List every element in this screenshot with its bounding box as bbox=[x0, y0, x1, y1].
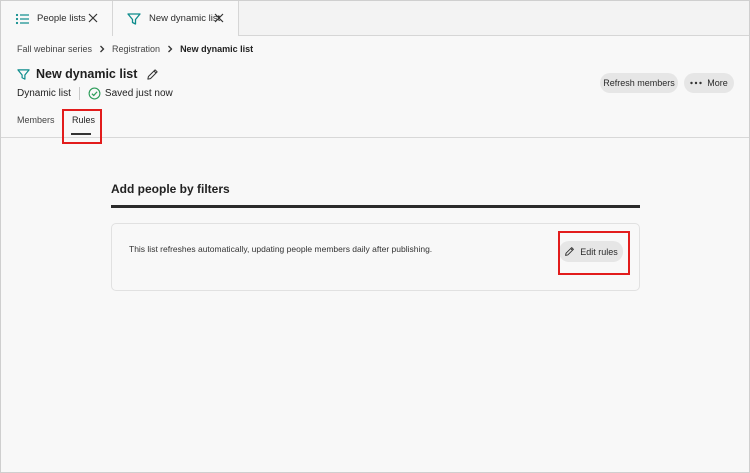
tab-label: People lists bbox=[37, 13, 86, 24]
highlight-box-edit-rules bbox=[558, 231, 630, 275]
more-button[interactable]: More bbox=[684, 73, 734, 93]
list-type: Dynamic list bbox=[17, 88, 71, 99]
rules-description: This list refreshes automatically, updat… bbox=[129, 244, 433, 254]
breadcrumb-current: New dynamic list bbox=[180, 44, 254, 54]
refresh-members-button[interactable]: Refresh members bbox=[600, 73, 678, 93]
save-status: Saved just now bbox=[104, 88, 173, 99]
section-title: Add people by filters bbox=[111, 182, 230, 196]
list-icon bbox=[15, 13, 29, 24]
breadcrumb-item[interactable]: Fall webinar series bbox=[17, 44, 92, 54]
section-divider bbox=[111, 205, 640, 208]
close-icon[interactable] bbox=[214, 13, 224, 23]
breadcrumb-item[interactable]: Registration bbox=[112, 44, 160, 54]
tabs-divider bbox=[1, 137, 749, 138]
chevron-right-icon bbox=[168, 45, 173, 53]
app-window: People lists New dynamic list Fall webin… bbox=[0, 0, 750, 473]
pencil-icon[interactable] bbox=[146, 68, 159, 81]
divider bbox=[78, 87, 80, 100]
close-icon[interactable] bbox=[88, 13, 98, 23]
filter-icon bbox=[127, 12, 141, 25]
highlight-box-rules bbox=[62, 109, 102, 144]
tab-new-dynamic-list[interactable]: New dynamic list bbox=[113, 1, 239, 36]
check-circle-icon bbox=[88, 87, 101, 100]
title-row: New dynamic list bbox=[17, 67, 159, 81]
list-meta: Dynamic list Saved just now bbox=[17, 87, 173, 100]
breadcrumb: Fall webinar series Registration New dyn… bbox=[17, 44, 253, 54]
tab-label: New dynamic list bbox=[149, 13, 221, 24]
more-label: More bbox=[707, 78, 728, 88]
tab-members[interactable]: Members bbox=[17, 115, 55, 125]
filter-icon bbox=[17, 68, 30, 80]
tab-people-lists[interactable]: People lists bbox=[1, 1, 113, 36]
chevron-right-icon bbox=[100, 45, 105, 53]
tab-bar: People lists New dynamic list bbox=[1, 1, 749, 36]
page-title: New dynamic list bbox=[36, 67, 138, 81]
more-icon bbox=[690, 81, 702, 85]
